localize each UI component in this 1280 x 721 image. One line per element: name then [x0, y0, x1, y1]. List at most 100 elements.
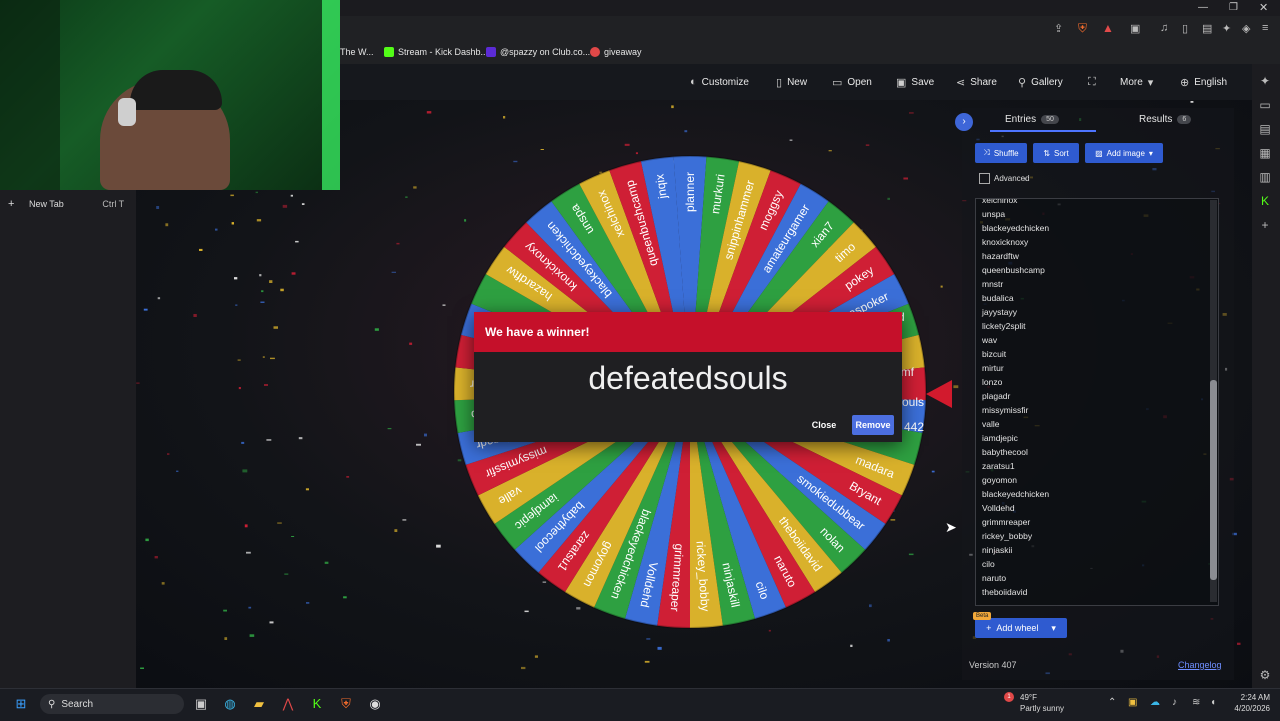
- language-button[interactable]: ⊕ English: [1180, 74, 1227, 90]
- new-button[interactable]: ▯ New: [776, 74, 807, 90]
- entry-item[interactable]: budalica: [982, 293, 1014, 303]
- brave-taskbar-icon[interactable]: ⛨: [337, 695, 355, 713]
- bookmark-2[interactable]: Stream - Kick Dashb...: [384, 44, 488, 60]
- task-view-icon[interactable]: ▣: [192, 695, 210, 713]
- tray-cloud-icon[interactable]: ☁: [1150, 697, 1160, 708]
- entry-item[interactable]: blackeyedchicken: [982, 223, 1049, 233]
- wifi-icon[interactable]: ≋: [1192, 697, 1200, 708]
- taskbar-search[interactable]: ⚲ Search: [40, 694, 184, 714]
- media-icon[interactable]: ♫: [1160, 22, 1168, 34]
- vpn-icon[interactable]: ◈: [1242, 22, 1250, 35]
- entry-item[interactable]: xelchinox: [982, 199, 1017, 205]
- fullscreen-button[interactable]: ⛶: [1088, 74, 1096, 90]
- settings-gear-icon[interactable]: ⚙: [1258, 668, 1272, 682]
- entry-item[interactable]: goyomon: [982, 475, 1017, 485]
- more-button[interactable]: More ▾: [1120, 74, 1153, 90]
- new-tab-button[interactable]: + New Tab Ctrl T: [8, 198, 124, 210]
- entry-item[interactable]: plagadr: [982, 391, 1010, 401]
- add-sidebar-icon[interactable]: +: [1258, 218, 1272, 232]
- entry-item[interactable]: wav: [982, 335, 997, 345]
- entry-item[interactable]: missymissfir: [982, 405, 1028, 415]
- kick-taskbar-icon[interactable]: K: [308, 695, 326, 713]
- entry-item[interactable]: bizcuit: [982, 349, 1006, 359]
- gallery-button[interactable]: ⚲ Gallery: [1018, 74, 1063, 90]
- extension-icon[interactable]: ▣: [1130, 22, 1140, 35]
- entry-item[interactable]: jayystayy: [982, 307, 1017, 317]
- tab-results[interactable]: Results 6: [1139, 114, 1192, 125]
- tray-chevron-icon[interactable]: ⌃: [1108, 697, 1116, 708]
- close-button[interactable]: Close: [806, 415, 842, 435]
- entry-item[interactable]: iamdjepic: [982, 433, 1018, 443]
- entry-item[interactable]: lonzo: [982, 377, 1002, 387]
- add-image-button[interactable]: ▨ Add image ▾: [1085, 143, 1163, 163]
- leo-icon[interactable]: ✦: [1222, 22, 1231, 35]
- entry-item[interactable]: cilo: [982, 559, 995, 569]
- entry-item[interactable]: Volldehd: [982, 503, 1015, 513]
- notes-icon[interactable]: ▥: [1258, 170, 1272, 184]
- entry-item[interactable]: unspa: [982, 209, 1005, 219]
- obs-icon[interactable]: ◉: [366, 695, 384, 713]
- add-wheel-button[interactable]: + Add wheel ▾: [975, 618, 1067, 638]
- share-page-icon[interactable]: ⇪: [1054, 22, 1063, 35]
- kick-sidebar-icon[interactable]: K: [1258, 194, 1272, 208]
- confetti-piece: [394, 529, 398, 532]
- wallet-icon[interactable]: ▤: [1202, 22, 1212, 35]
- history-icon[interactable]: ▦: [1258, 146, 1272, 160]
- windows-start-icon[interactable]: ⊞: [12, 695, 30, 713]
- reading-list-icon[interactable]: ▭: [1258, 98, 1272, 112]
- entry-item[interactable]: babythecool: [982, 447, 1028, 457]
- brave-rewards-icon[interactable]: ▲: [1102, 21, 1114, 35]
- bookmark-4[interactable]: giveaway: [590, 44, 642, 60]
- brave-shield-icon[interactable]: ⛨: [1078, 21, 1087, 36]
- entry-item[interactable]: grimmreaper: [982, 517, 1030, 527]
- bookmark-3[interactable]: @spazzy on Club.co...: [486, 44, 590, 60]
- confetti-piece: [291, 272, 296, 275]
- weather-widget[interactable]: 49°F Partly sunny: [1020, 692, 1064, 714]
- shuffle-button[interactable]: ⤨ Shuffle: [975, 143, 1027, 163]
- entry-item[interactable]: valle: [982, 419, 999, 429]
- app-icon-red[interactable]: ⋀: [279, 695, 297, 713]
- taskbar-clock[interactable]: 2:24 AM 4/20/2026: [1232, 692, 1270, 714]
- remove-button[interactable]: Remove: [852, 415, 894, 435]
- changelog-link[interactable]: Changelog: [1178, 660, 1222, 670]
- advanced-checkbox[interactable]: [979, 173, 990, 184]
- entry-item[interactable]: mnstr: [982, 279, 1003, 289]
- entry-item[interactable]: zaratsu1: [982, 461, 1015, 471]
- entry-item[interactable]: lickety2split: [982, 321, 1025, 331]
- entry-item[interactable]: knoxicknoxy: [982, 237, 1028, 247]
- advanced-label: Advanced: [994, 174, 1030, 183]
- bookmark-1[interactable]: The W...: [340, 44, 374, 60]
- restore-icon[interactable]: ❐: [1229, 2, 1238, 13]
- file-explorer-icon[interactable]: ▰: [250, 695, 268, 713]
- tab-entries[interactable]: Entries 50: [1005, 114, 1059, 125]
- customize-button[interactable]: ◐ Customize: [690, 74, 749, 90]
- plus-icon: +: [986, 623, 992, 633]
- sidebar-toggle-icon[interactable]: ▯: [1182, 22, 1188, 35]
- entry-item[interactable]: naruto: [982, 573, 1006, 583]
- edge-icon[interactable]: ◍: [221, 695, 239, 713]
- open-button[interactable]: ▭ Open: [832, 74, 872, 90]
- tray-app-icon[interactable]: ▣: [1128, 697, 1137, 708]
- leo-sidebar-icon[interactable]: ✦: [1258, 74, 1272, 88]
- menu-icon[interactable]: ≡: [1262, 22, 1268, 34]
- club-icon: [486, 47, 496, 57]
- entry-item[interactable]: queenbushcamp: [982, 265, 1045, 275]
- bookmarks-sidebar-icon[interactable]: ▤: [1258, 122, 1272, 136]
- collapse-panel-button[interactable]: ›: [955, 113, 973, 131]
- confetti-piece: [413, 186, 417, 189]
- save-button[interactable]: ▣ Save: [896, 74, 934, 90]
- volume-icon[interactable]: ◖: [1210, 697, 1216, 708]
- minimize-icon[interactable]: —: [1198, 2, 1208, 13]
- entries-scrollbar-thumb[interactable]: [1210, 380, 1217, 580]
- microphone-icon[interactable]: ♪: [1172, 697, 1177, 708]
- entry-item[interactable]: blackeyedchicken: [982, 489, 1049, 499]
- entry-item[interactable]: theboiidavid: [982, 587, 1027, 597]
- entry-item[interactable]: rickey_bobby: [982, 531, 1032, 541]
- entry-item[interactable]: mirtur: [982, 363, 1004, 373]
- close-window-icon[interactable]: ✕: [1259, 1, 1268, 14]
- share-button[interactable]: ⋖ Share: [956, 74, 997, 90]
- entries-list[interactable]: xelchinox unspa blackeyedchicken knoxicknox…: [975, 198, 1219, 606]
- entry-item[interactable]: hazardftw: [982, 251, 1019, 261]
- entry-item[interactable]: ninjaskii: [982, 545, 1012, 555]
- sort-button[interactable]: ⇅ Sort: [1033, 143, 1079, 163]
